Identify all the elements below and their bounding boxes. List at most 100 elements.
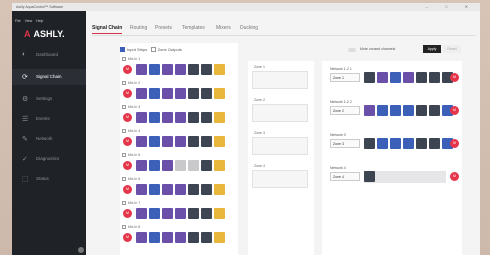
dsp-block[interactable] [149, 64, 160, 75]
dsp-block[interactable] [390, 72, 401, 83]
strip-checkbox[interactable] [122, 201, 126, 205]
dsp-block[interactable] [364, 105, 375, 116]
dsp-block[interactable] [175, 112, 186, 123]
zone-select[interactable]: Zone 1 [330, 73, 360, 82]
dsp-block[interactable] [214, 64, 225, 75]
dsp-block[interactable] [149, 160, 160, 171]
dsp-block[interactable] [188, 136, 199, 147]
strip-checkbox[interactable] [122, 105, 126, 109]
mute-button[interactable]: M [450, 73, 459, 82]
strip-checkbox[interactable] [122, 57, 126, 61]
mute-button[interactable]: M [123, 65, 132, 74]
dsp-block[interactable] [201, 136, 212, 147]
dsp-block[interactable] [149, 184, 160, 195]
dsp-block[interactable] [364, 72, 375, 83]
dsp-block[interactable] [416, 72, 427, 83]
dsp-block[interactable] [429, 138, 440, 149]
dsp-block[interactable] [403, 138, 414, 149]
dsp-block[interactable] [149, 112, 160, 123]
dsp-block[interactable] [136, 208, 147, 219]
mute-button[interactable]: M [450, 172, 459, 181]
sidebar-item-signal-chain[interactable]: ⟳ Signal Chain [12, 69, 86, 85]
tab-ducking[interactable]: Ducking [240, 25, 258, 31]
dsp-block[interactable] [429, 72, 440, 83]
dsp-block[interactable] [201, 112, 212, 123]
dsp-block[interactable] [149, 232, 160, 243]
mute-button[interactable]: M [123, 161, 132, 170]
dsp-block[interactable] [175, 160, 186, 171]
dsp-block[interactable] [136, 136, 147, 147]
dsp-block[interactable] [429, 105, 440, 116]
dsp-block[interactable] [136, 112, 147, 123]
dsp-block[interactable] [201, 184, 212, 195]
dsp-block[interactable] [175, 88, 186, 99]
dsp-block[interactable] [201, 232, 212, 243]
menu-help[interactable]: Help [36, 19, 43, 23]
dsp-block[interactable] [188, 160, 199, 171]
dsp-block[interactable] [175, 232, 186, 243]
dsp-block[interactable] [136, 184, 147, 195]
dsp-block[interactable] [201, 88, 212, 99]
apply-button[interactable]: Apply [423, 45, 441, 53]
mute-button[interactable]: M [123, 185, 132, 194]
dsp-block[interactable] [214, 112, 225, 123]
sidebar-item-dashboard[interactable]: ◐ Dashboard [12, 47, 86, 63]
dsp-block[interactable] [162, 88, 173, 99]
dsp-block[interactable] [214, 232, 225, 243]
dsp-block[interactable] [416, 138, 427, 149]
window-controls[interactable]: – □ ✕ [426, 4, 476, 9]
mute-button[interactable]: M [123, 89, 132, 98]
dsp-block[interactable] [214, 88, 225, 99]
dsp-block[interactable] [188, 64, 199, 75]
dsp-block[interactable] [188, 208, 199, 219]
dsp-block[interactable] [136, 160, 147, 171]
dsp-block[interactable] [188, 232, 199, 243]
zone-slot[interactable] [252, 104, 308, 122]
strip-checkbox[interactable] [122, 225, 126, 229]
dsp-block[interactable] [162, 64, 173, 75]
zone-select[interactable]: Zone 4 [330, 172, 360, 181]
dsp-block[interactable] [416, 105, 427, 116]
dsp-block[interactable] [214, 184, 225, 195]
mute-button[interactable]: M [123, 233, 132, 242]
tab-templates[interactable]: Templates [182, 25, 205, 31]
dsp-block[interactable] [214, 208, 225, 219]
strip-checkbox[interactable] [122, 129, 126, 133]
dsp-block[interactable] [149, 88, 160, 99]
tab-signal-chain[interactable]: Signal Chain [92, 25, 123, 34]
sidebar-item-network[interactable]: ✎ Network [12, 131, 86, 147]
dsp-block[interactable] [377, 72, 388, 83]
dsp-block[interactable] [364, 138, 375, 149]
dsp-block[interactable] [136, 232, 147, 243]
dsp-block[interactable] [364, 171, 375, 182]
sidebar-item-settings[interactable]: ⚙ Settings [12, 91, 86, 107]
dsp-block[interactable] [403, 105, 414, 116]
mute-button[interactable]: M [450, 139, 459, 148]
menu-view[interactable]: View [25, 19, 33, 23]
dsp-block[interactable] [149, 208, 160, 219]
dsp-block[interactable] [214, 136, 225, 147]
dsp-block[interactable] [201, 208, 212, 219]
zone-select[interactable]: Zone 2 [330, 106, 360, 115]
dsp-block[interactable] [149, 136, 160, 147]
strip-checkbox[interactable] [122, 81, 126, 85]
zone-select[interactable]: Zone 3 [330, 139, 360, 148]
dsp-block[interactable] [162, 160, 173, 171]
dsp-block[interactable] [162, 232, 173, 243]
tab-presets[interactable]: Presets [155, 25, 172, 31]
dsp-block[interactable] [175, 184, 186, 195]
mute-button[interactable]: M [123, 113, 132, 122]
strip-checkbox[interactable] [122, 153, 126, 157]
zone-slot[interactable] [252, 170, 308, 188]
dsp-block[interactable] [201, 64, 212, 75]
dsp-block[interactable] [175, 208, 186, 219]
dsp-block[interactable] [188, 184, 199, 195]
mute-unused-toggle[interactable] [348, 48, 356, 52]
dsp-block[interactable] [162, 184, 173, 195]
sidebar-item-diagnostics[interactable]: ✓ Diagnostics [12, 151, 86, 167]
dsp-block[interactable] [214, 160, 225, 171]
dsp-block[interactable] [188, 112, 199, 123]
mute-button[interactable]: M [123, 209, 132, 218]
dsp-block[interactable] [390, 138, 401, 149]
dsp-block[interactable] [136, 88, 147, 99]
